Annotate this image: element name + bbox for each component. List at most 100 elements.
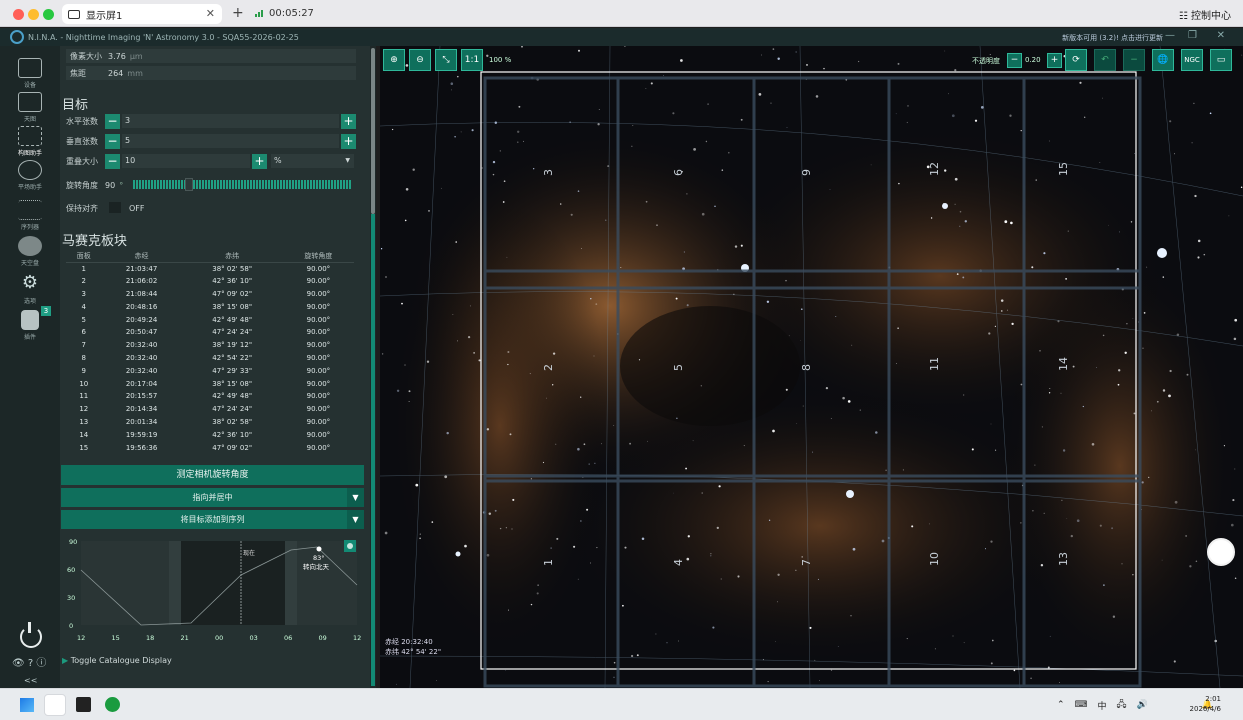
slew-center-button[interactable]: 指向并居中 ▼ [61,488,364,507]
mosaic-col-header[interactable]: 赤经 [101,250,182,263]
mosaic-row[interactable]: 9 20:32:40 47° 29' 33" 90.00° [66,364,354,377]
ngc-button[interactable]: NGC [1181,49,1203,71]
overlap-unit-select[interactable]: % ▼ [271,154,354,168]
star [712,626,715,629]
opacity-decrement[interactable]: − [1007,53,1022,68]
nav-equipment[interactable]: 设备 [0,58,60,89]
slew-center-dropdown-icon[interactable]: ▼ [347,488,364,507]
power-button[interactable] [20,622,42,648]
zoom-window-button[interactable] [43,9,54,20]
close-icon[interactable]: ✕ [1217,30,1225,41]
add-to-sequence-dropdown-icon[interactable]: ▼ [347,510,364,529]
mosaic-row[interactable]: 4 20:48:16 38° 15' 08" 90.00° [66,300,354,313]
opacity-increment[interactable]: + [1047,53,1062,68]
minimize-window-button[interactable] [28,9,39,20]
focal-length-value[interactable]: 264 [108,69,123,78]
fit-to-screen-button[interactable]: ⤡ [435,49,457,71]
mosaic-row[interactable]: 14 19:59:19 42° 36' 10" 90.00° [66,428,354,441]
close-window-button[interactable] [13,9,24,20]
mosaic-row[interactable]: 5 20:49:24 42° 49' 48" 90.00° [66,313,354,326]
horizontal-panels-decrement[interactable]: − [105,113,120,129]
nav-framing[interactable]: 构图助手 [0,126,60,157]
mosaic-row[interactable]: 7 20:32:40 38° 19' 12" 90.00° [66,339,354,352]
actual-size-button[interactable]: 1:1 [461,49,483,71]
volume-icon[interactable]: 🔊 [1137,700,1148,710]
ime-indicator[interactable]: 中 [1098,699,1107,712]
nav-plugins[interactable]: 3 插件 [0,306,60,341]
rotation-slider-thumb[interactable] [185,178,193,191]
keep-aligned-state: OFF [129,203,145,213]
rotation-slider[interactable] [133,180,351,189]
mosaic-row[interactable]: 2 21:06:02 42° 36' 10" 90.00° [66,275,354,288]
sync-taskbar-icon[interactable] [105,697,120,712]
star [594,462,596,464]
mosaic-col-header[interactable]: 赤纬 [181,250,283,263]
info-icon[interactable]: ⓘ [36,658,46,669]
maximize-icon[interactable]: ❐ [1188,30,1197,41]
overlap-input[interactable]: 10 [122,154,250,168]
horizontal-panels-input[interactable]: 3 [122,114,339,128]
nav-imaging[interactable]: 天空盘 [0,236,60,267]
mosaic-row[interactable]: 1 21:03:47 38° 02' 58" 90.00° [66,262,354,275]
keep-aligned-toggle[interactable] [109,202,121,213]
nav-skyatlas[interactable]: 天图 [0,92,60,123]
mosaic-row[interactable]: 13 20:01:34 38° 02' 58" 90.00° [66,416,354,429]
star [1133,412,1136,415]
mosaic-row[interactable]: 15 19:56:36 47° 09' 02" 90.00° [66,441,354,454]
close-tab-icon[interactable]: ✕ [206,7,215,20]
framing-image-viewer[interactable]: 1 2 3 4 5 6 7 8 9 10 11 12 13 14 15 ⊕ ⊖ ⤡ 1:1 100 % 不透… [380,46,1243,688]
collapse-nav-button[interactable]: << [24,676,37,685]
chevron-up-icon[interactable]: ⌃ [1057,700,1065,710]
mosaic-col-header[interactable]: 面板 [66,250,102,263]
mosaic-col-header[interactable]: 旋转角度 [282,250,354,263]
rotate-button[interactable]: ⟳ [1065,49,1087,71]
nav-options[interactable]: ⚙ 选项 [0,274,60,306]
add-to-sequence-button[interactable]: 将目标添加到序列 ▼ [61,510,364,529]
horizontal-panels-increment[interactable]: + [341,113,356,129]
measure-rotation-button[interactable]: 测定相机旋转角度 [61,465,364,485]
star [770,102,772,104]
assistant-avatar[interactable] [1207,538,1235,566]
star [450,82,454,85]
star [676,417,678,419]
zoom-in-button[interactable]: ⊕ [383,49,405,71]
toggle-catalogue-button[interactable]: ▶ Toggle Catalogue Display [62,656,172,665]
eye-icon[interactable]: 👁 [12,658,25,669]
keyboard-icon[interactable]: ⌨ [1075,700,1088,710]
globe-icon[interactable]: 🌐 [1152,49,1174,71]
help-icon[interactable]: ? [28,658,33,669]
zoom-out-button[interactable]: ⊖ [409,49,431,71]
panel-scrollbar-thumb[interactable] [371,48,375,214]
nina-taskbar-icon[interactable] [76,697,91,712]
display-tab[interactable]: 显示屏1 ✕ [62,4,222,24]
vertical-panels-increment[interactable]: + [341,133,356,149]
new-tab-button[interactable]: + [232,5,244,21]
mosaic-row[interactable]: 8 20:32:40 42° 54' 22" 90.00° [66,352,354,365]
minus-toggle-button[interactable]: − [1123,49,1145,71]
mosaic-cell: 90.00° [306,379,331,388]
mosaic-row[interactable]: 3 21:08:44 47° 09' 02" 90.00° [66,288,354,301]
mosaic-row[interactable]: 10 20:17:04 38° 15' 08" 90.00° [66,377,354,390]
taskbar-clock[interactable]: 2:01 2026/4/6 [1190,694,1221,714]
mosaic-row[interactable]: 12 20:14:34 47° 24' 24" 90.00° [66,403,354,416]
update-notice[interactable]: 新版本可用 (3.2)! 点击进行更新 [1062,33,1163,43]
vertical-panels-input[interactable]: 5 [122,134,339,148]
control-center-button[interactable]: ☷ 控制中心 [1179,7,1231,22]
vertical-panels-decrement[interactable]: − [105,133,120,149]
overlap-increment[interactable]: + [252,153,267,169]
minimize-icon[interactable]: — [1165,30,1175,41]
undo-button[interactable]: ↶ [1094,49,1116,71]
main-nav: 设备 天图 构图助手 平场助手 序列器 天空盘 ⚙ 选项 3 插件 [0,46,60,688]
network-icon[interactable]: 🖧 [1117,697,1127,713]
nav-flat-wizard[interactable]: 平场助手 [0,160,60,191]
star [1013,669,1016,672]
rotation-value[interactable]: 90 [105,181,115,190]
pixel-size-value[interactable]: 3.76 [108,52,126,61]
browser-taskbar-icon[interactable] [44,694,66,716]
nav-sequencer[interactable]: 序列器 [0,200,60,231]
frame-toggle-button[interactable]: ▭ [1210,49,1232,71]
mosaic-row[interactable]: 11 20:15:57 42° 49' 48" 90.00° [66,390,354,403]
mosaic-row[interactable]: 6 20:50:47 47° 24' 24" 90.00° [66,326,354,339]
windows-start-icon[interactable] [20,698,34,712]
overlap-decrement[interactable]: − [105,153,120,169]
